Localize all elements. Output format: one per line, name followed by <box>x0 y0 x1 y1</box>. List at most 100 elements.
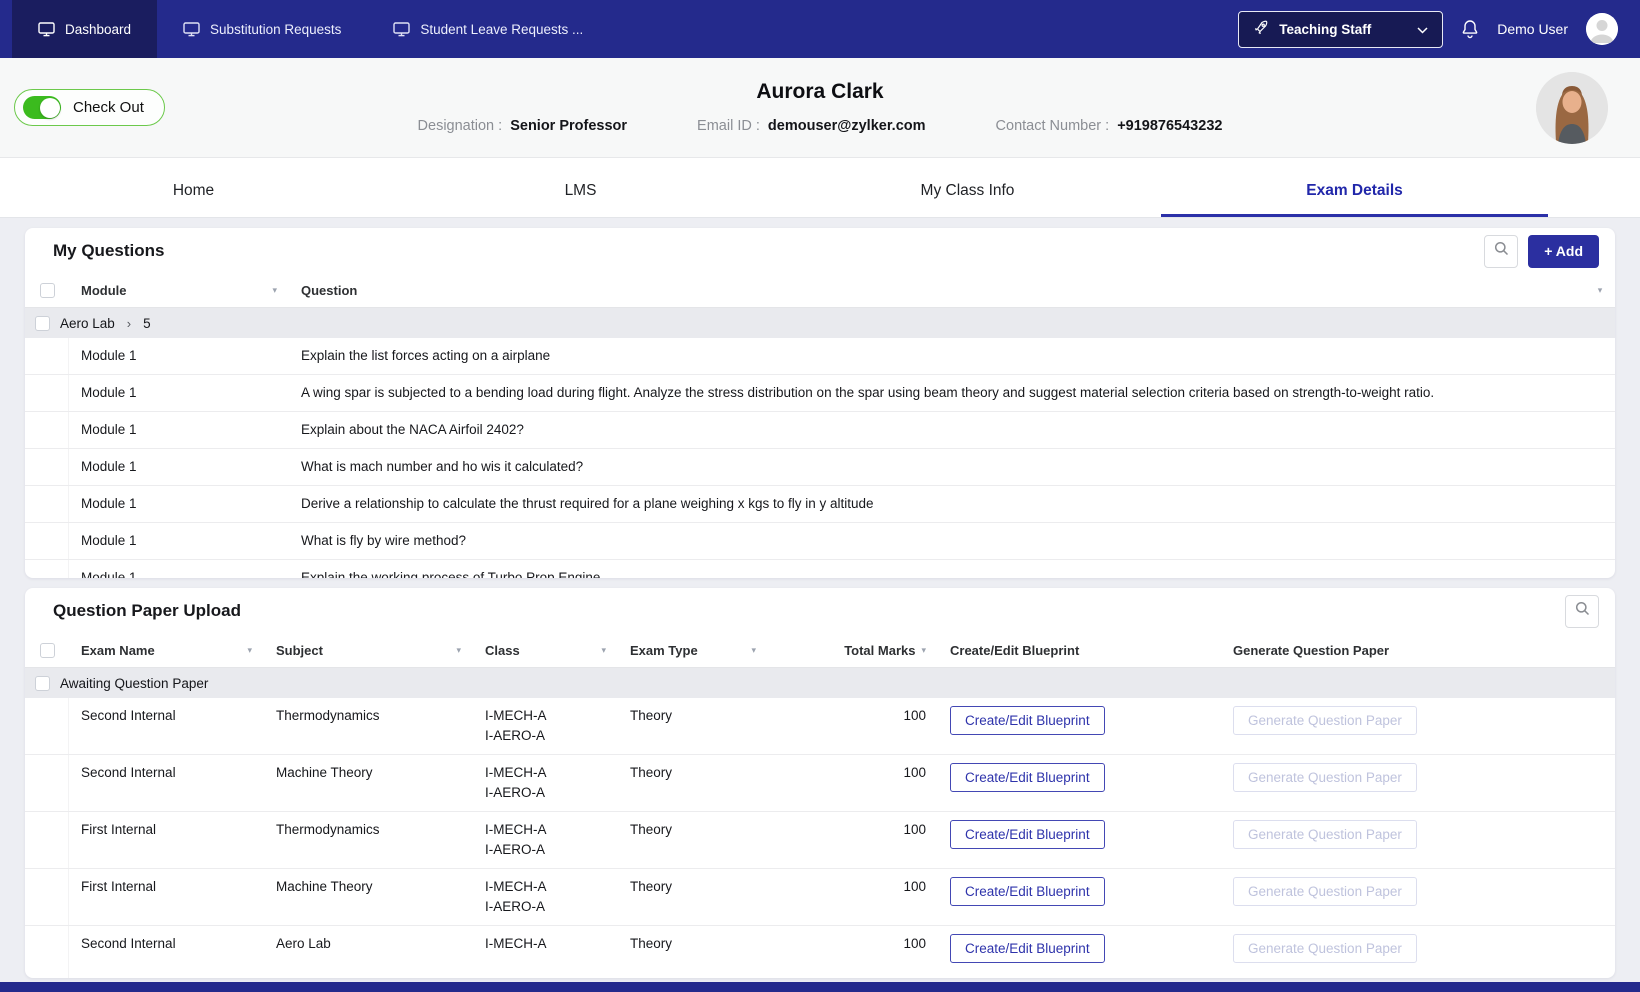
select-all-checkbox[interactable] <box>40 283 55 298</box>
generate-question-paper-button-disabled: Generate Question Paper <box>1233 763 1417 792</box>
sort-caret-icon[interactable]: ▾ <box>921 646 926 655</box>
search-button[interactable] <box>1484 235 1518 268</box>
total-marks-cell: 100 <box>768 869 938 905</box>
create-edit-blueprint-button[interactable]: Create/Edit Blueprint <box>950 706 1105 735</box>
group-count: 5 <box>143 316 151 331</box>
subject-cell: Thermodynamics <box>264 812 473 848</box>
my-questions-header-row: Module ▾ Question ▾ <box>25 274 1615 308</box>
select-all-checkbox[interactable] <box>40 643 55 658</box>
tab-label: My Class Info <box>921 182 1015 199</box>
sort-caret-icon[interactable]: ▾ <box>456 646 461 655</box>
question-paper-header-row: Exam Name ▾ Subject ▾ Class ▾ Exam Type … <box>25 634 1615 668</box>
sort-caret-icon[interactable]: ▾ <box>601 646 606 655</box>
monitor-icon <box>183 22 200 37</box>
toggle-switch-on[interactable] <box>23 96 61 119</box>
exam-name-cell: Second Internal <box>69 755 264 791</box>
column-exam-type[interactable]: Exam Type <box>630 643 698 658</box>
question-group-row[interactable]: Aero Lab › 5 <box>25 308 1615 338</box>
total-marks-cell: 100 <box>768 812 938 848</box>
subject-cell: Aero Lab <box>264 926 473 962</box>
tab-my-class-info[interactable]: My Class Info <box>774 170 1161 217</box>
module-cell: Module 1 <box>69 486 289 522</box>
question-cell: Explain the list forces acting on a airp… <box>289 338 1615 374</box>
role-selector-dropdown[interactable]: Teaching Staff <box>1238 11 1443 48</box>
search-button[interactable] <box>1565 595 1599 628</box>
exam-row[interactable]: Second Internal Machine Theory I-MECH-A … <box>25 755 1615 812</box>
user-avatar[interactable] <box>1586 13 1618 45</box>
question-paper-upload-card: Question Paper Upload Exam Name ▾ Subjec… <box>25 588 1615 978</box>
nav-item-dashboard[interactable]: Dashboard <box>12 0 157 58</box>
column-module[interactable]: Module <box>81 283 127 298</box>
add-question-button[interactable]: + Add <box>1528 235 1599 268</box>
class-cell: I-MECH-A I-AERO-A <box>473 869 618 925</box>
exam-type-cell: Theory <box>618 812 768 848</box>
nav-item-student-leave-requests[interactable]: Student Leave Requests ... <box>367 0 609 58</box>
generate-question-paper-button-disabled: Generate Question Paper <box>1233 706 1417 735</box>
subject-cell: Machine Theory <box>264 869 473 905</box>
generate-question-paper-button-disabled: Generate Question Paper <box>1233 820 1417 849</box>
group-checkbox[interactable] <box>35 676 50 691</box>
column-total-marks[interactable]: Total Marks <box>844 643 915 658</box>
question-row[interactable]: Module 1 Derive a relationship to calcul… <box>25 486 1615 523</box>
contact-field: Contact Number : +919876543232 <box>996 118 1223 134</box>
sort-caret-icon[interactable]: ▾ <box>272 286 277 295</box>
my-questions-card: My Questions + Add Module ▾ Question ▾ A… <box>25 228 1615 578</box>
awaiting-group-row[interactable]: Awaiting Question Paper <box>25 668 1615 698</box>
group-label: Awaiting Question Paper <box>60 676 208 691</box>
tab-exam-details[interactable]: Exam Details <box>1161 170 1548 217</box>
question-row[interactable]: Module 1 Explain the list forces acting … <box>25 338 1615 375</box>
question-row[interactable]: Module 1 What is fly by wire method? <box>25 523 1615 560</box>
class-cell: I-MECH-A I-AERO-A <box>473 812 618 868</box>
exam-row[interactable]: First Internal Thermodynamics I-MECH-A I… <box>25 812 1615 869</box>
question-row[interactable]: Module 1 A wing spar is subjected to a b… <box>25 375 1615 412</box>
column-question[interactable]: Question <box>301 283 357 298</box>
checkout-toggle[interactable]: Check Out <box>14 89 165 126</box>
search-icon <box>1575 601 1590 621</box>
create-edit-blueprint-button[interactable]: Create/Edit Blueprint <box>950 934 1105 963</box>
exam-type-cell: Theory <box>618 869 768 905</box>
create-edit-blueprint-button[interactable]: Create/Edit Blueprint <box>950 763 1105 792</box>
tab-home[interactable]: Home <box>0 170 387 217</box>
email-label: Email ID : <box>697 118 760 134</box>
question-cell: A wing spar is subjected to a bending lo… <box>289 375 1615 411</box>
question-row[interactable]: Module 1 Explain about the NACA Airfoil … <box>25 412 1615 449</box>
question-row[interactable]: Module 1 What is mach number and ho wis … <box>25 449 1615 486</box>
search-icon <box>1494 241 1509 261</box>
subject-cell: Machine Theory <box>264 755 473 791</box>
exam-row[interactable]: First Internal Machine Theory I-MECH-A I… <box>25 869 1615 926</box>
notification-bell-icon[interactable] <box>1461 19 1479 39</box>
question-cell: Explain about the NACA Airfoil 2402? <box>289 412 1615 448</box>
column-menu-caret-icon[interactable]: ▾ <box>1598 286 1603 295</box>
monitor-icon <box>38 22 55 37</box>
question-cell: What is mach number and ho wis it calcul… <box>289 449 1615 485</box>
group-checkbox[interactable] <box>35 316 50 331</box>
exam-type-cell: Theory <box>618 698 768 734</box>
checkout-label: Check Out <box>73 99 144 116</box>
nav-item-substitution-requests[interactable]: Substitution Requests <box>157 0 367 58</box>
module-cell: Module 1 <box>69 375 289 411</box>
tab-label: Exam Details <box>1306 182 1403 199</box>
generate-question-paper-button-disabled: Generate Question Paper <box>1233 934 1417 963</box>
exam-type-cell: Theory <box>618 926 768 962</box>
question-row[interactable]: Module 1 Explain the working process of … <box>25 560 1615 578</box>
email-value: demouser@zylker.com <box>768 118 926 134</box>
create-edit-blueprint-button[interactable]: Create/Edit Blueprint <box>950 877 1105 906</box>
column-exam-name[interactable]: Exam Name <box>81 643 155 658</box>
question-paper-upload-title: Question Paper Upload <box>53 601 241 621</box>
create-edit-blueprint-button[interactable]: Create/Edit Blueprint <box>950 820 1105 849</box>
sort-caret-icon[interactable]: ▾ <box>247 646 252 655</box>
exam-name-cell: First Internal <box>69 812 264 848</box>
exam-name-cell: Second Internal <box>69 698 264 734</box>
section-tab-bar: Home LMS My Class Info Exam Details <box>0 158 1640 218</box>
monitor-icon <box>393 22 410 37</box>
column-class[interactable]: Class <box>485 643 520 658</box>
class-cell: I-MECH-A <box>473 926 618 962</box>
contact-value: +919876543232 <box>1117 118 1222 134</box>
total-marks-cell: 100 <box>768 755 938 791</box>
exam-row[interactable]: Second Internal Aero Lab I-MECH-A Theory… <box>25 926 1615 978</box>
total-marks-cell: 100 <box>768 926 938 962</box>
exam-row[interactable]: Second Internal Thermodynamics I-MECH-A … <box>25 698 1615 755</box>
column-subject[interactable]: Subject <box>276 643 323 658</box>
sort-caret-icon[interactable]: ▾ <box>751 646 756 655</box>
tab-lms[interactable]: LMS <box>387 170 774 217</box>
